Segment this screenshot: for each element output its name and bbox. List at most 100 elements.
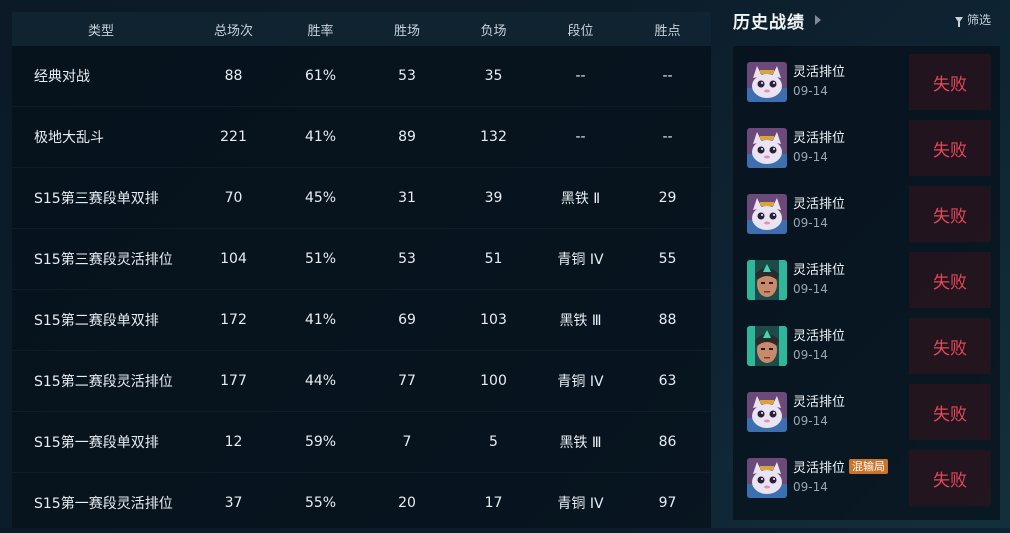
cat-champion-avatar bbox=[747, 392, 787, 432]
match-mode-label: 灵活排位 bbox=[793, 131, 846, 146]
match-mode-label: 灵活排位 bbox=[793, 65, 846, 80]
chevron-right-icon bbox=[815, 15, 821, 25]
match-mode-label: 灵活排位 bbox=[793, 263, 846, 278]
cell-tier: 青铜 IV bbox=[557, 374, 604, 390]
cell-points: 63 bbox=[658, 373, 677, 389]
match-result-badge: 失败 bbox=[909, 318, 991, 374]
table-row: S15第一赛段灵活排位 37 55% 20 17 青铜 IV 97 bbox=[12, 473, 711, 533]
cell-total: 104 bbox=[220, 251, 247, 267]
match-mode-label: 灵活排位 bbox=[793, 197, 846, 212]
match-date: 09-14 bbox=[793, 348, 828, 362]
cell-type: 极地大乱斗 bbox=[34, 130, 104, 146]
match-list: 灵活排位 09-14 失败 灵活排位 09-14 失败 灵活排位 09-14 失… bbox=[733, 46, 1000, 520]
cell-tier: 黑铁 Ⅱ bbox=[560, 191, 601, 207]
match-mode-label: 灵活排位 bbox=[793, 461, 846, 476]
match-mode: 灵活排位 bbox=[793, 325, 845, 344]
match-date: 09-14 bbox=[793, 480, 828, 494]
cell-tier: -- bbox=[575, 129, 586, 145]
cell-total: 172 bbox=[220, 312, 247, 328]
match-mode: 灵活排位 bbox=[793, 259, 845, 278]
table-row: S15第二赛段灵活排位 177 44% 77 100 青铜 IV 63 bbox=[12, 351, 711, 412]
cell-win-rate: 51% bbox=[304, 251, 337, 267]
header-total: 总场次 bbox=[213, 23, 253, 39]
match-mode: 灵活排位 bbox=[793, 61, 845, 80]
cell-type: 经典对战 bbox=[34, 69, 90, 85]
table-row: S15第二赛段单双排 172 41% 69 103 黑铁 Ⅲ 88 bbox=[12, 290, 711, 351]
cell-points: 29 bbox=[658, 190, 677, 206]
cell-type: S15第二赛段灵活排位 bbox=[34, 374, 173, 390]
cell-win-rate: 44% bbox=[304, 373, 337, 389]
cell-points: 97 bbox=[658, 495, 677, 511]
stats-table: 类型 总场次 胜率 胜场 负场 段位 胜点 经典对战 88 61% 53 35 … bbox=[12, 12, 711, 528]
cat-champion-avatar bbox=[747, 62, 787, 102]
cell-type: S15第三赛段单双排 bbox=[34, 191, 159, 207]
match-date: 09-14 bbox=[793, 216, 828, 230]
cell-tier: 黑铁 Ⅲ bbox=[559, 435, 602, 451]
cat-champion-avatar bbox=[747, 458, 787, 498]
cell-total: 88 bbox=[224, 68, 243, 84]
cell-win-rate: 41% bbox=[304, 312, 337, 328]
cell-total: 12 bbox=[224, 434, 243, 450]
cell-points: 88 bbox=[658, 312, 677, 328]
match-result-badge: 失败 bbox=[909, 384, 991, 440]
match-mode: 灵活排位 bbox=[793, 193, 845, 212]
cell-points: -- bbox=[662, 129, 673, 145]
match-date: 09-14 bbox=[793, 150, 828, 164]
match-result-badge: 失败 bbox=[909, 120, 991, 176]
cell-tier: 青铜 IV bbox=[557, 252, 604, 268]
match-date: 09-14 bbox=[793, 282, 828, 296]
cell-wins: 53 bbox=[398, 68, 416, 84]
archer-champion-avatar bbox=[747, 326, 787, 366]
match-mode: 灵活排位 bbox=[793, 391, 845, 410]
cell-tier: 黑铁 Ⅲ bbox=[559, 313, 602, 329]
match-mode: 灵活排位 bbox=[793, 127, 845, 146]
history-header[interactable]: 历史战绩 bbox=[733, 8, 821, 33]
table-row: S15第一赛段单双排 12 59% 7 5 黑铁 Ⅲ 86 bbox=[12, 412, 711, 473]
cell-win-rate: 41% bbox=[304, 129, 337, 145]
table-header: 类型 总场次 胜率 胜场 负场 段位 胜点 bbox=[12, 12, 711, 46]
cell-losses: 17 bbox=[484, 495, 503, 511]
filter-button[interactable]: 筛选 bbox=[954, 11, 991, 28]
match-result-badge: 失败 bbox=[909, 54, 991, 110]
table-row: 经典对战 88 61% 53 35 -- -- bbox=[12, 46, 711, 107]
match-result-badge: 失败 bbox=[909, 450, 991, 506]
cell-total: 221 bbox=[220, 129, 247, 145]
cell-losses: 35 bbox=[484, 68, 503, 84]
match-item[interactable]: 灵活排位 09-14 失败 bbox=[733, 52, 1000, 112]
cell-wins: 69 bbox=[398, 312, 416, 328]
cell-losses: 100 bbox=[480, 373, 507, 389]
match-item[interactable]: 灵活排位 09-14 失败 bbox=[733, 382, 1000, 442]
cell-losses: 5 bbox=[489, 434, 498, 450]
match-mode-label: 灵活排位 bbox=[793, 329, 846, 344]
cell-win-rate: 55% bbox=[304, 495, 337, 511]
table-row: S15第三赛段灵活排位 104 51% 53 51 青铜 IV 55 bbox=[12, 229, 711, 290]
cell-tier: -- bbox=[575, 68, 586, 84]
cell-type: S15第一赛段灵活排位 bbox=[34, 496, 173, 512]
cell-points: -- bbox=[662, 68, 673, 84]
cell-win-rate: 45% bbox=[304, 190, 337, 206]
history-title: 历史战绩 bbox=[733, 12, 805, 33]
match-result-badge: 失败 bbox=[909, 186, 991, 242]
cell-wins: 7 bbox=[402, 434, 412, 450]
cell-losses: 103 bbox=[480, 312, 507, 328]
header-wins: 胜场 bbox=[393, 23, 420, 39]
archer-champion-avatar bbox=[747, 260, 787, 300]
match-item[interactable]: 灵活排位 09-14 失败 bbox=[733, 184, 1000, 244]
cell-losses: 51 bbox=[484, 251, 503, 267]
header-points: 胜点 bbox=[654, 23, 681, 39]
match-item[interactable]: 灵活排位 09-14 失败 bbox=[733, 250, 1000, 310]
match-item[interactable]: 灵活排位 09-14 失败 bbox=[733, 118, 1000, 178]
cell-wins: 53 bbox=[398, 251, 416, 267]
match-mode: 灵活排位 混输局 bbox=[793, 457, 889, 476]
cell-total: 37 bbox=[224, 495, 243, 511]
cell-type: S15第二赛段单双排 bbox=[34, 313, 159, 329]
header-type: 类型 bbox=[87, 23, 114, 39]
cell-points: 55 bbox=[658, 251, 677, 267]
match-item[interactable]: 灵活排位 混输局 09-14 失败 bbox=[733, 448, 1000, 508]
cell-wins: 77 bbox=[398, 373, 416, 389]
cell-win-rate: 59% bbox=[304, 434, 337, 450]
match-item[interactable]: 灵活排位 09-14 失败 bbox=[733, 316, 1000, 376]
cell-losses: 132 bbox=[480, 129, 507, 145]
filter-label: 筛选 bbox=[966, 13, 991, 27]
cat-champion-avatar bbox=[747, 128, 787, 168]
